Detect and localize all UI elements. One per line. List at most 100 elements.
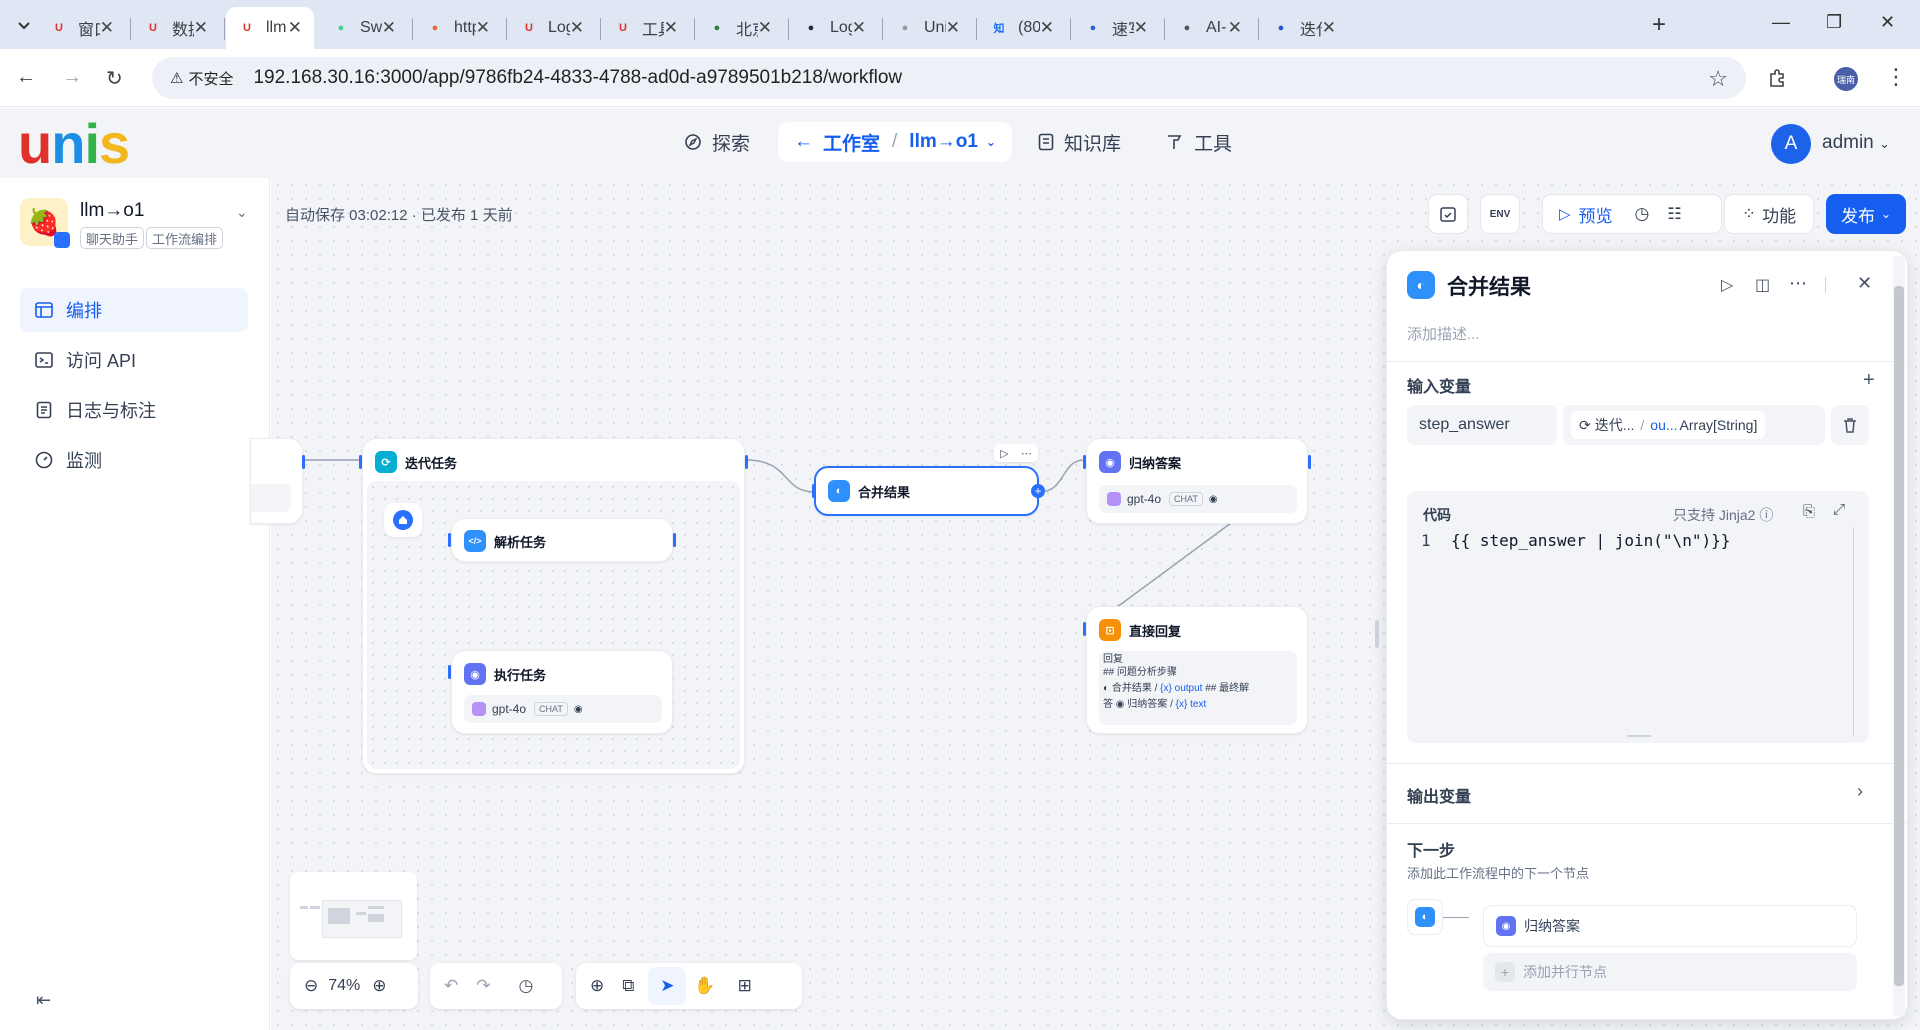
nav-tools[interactable]: 工具 [1166, 122, 1232, 162]
organize-blocks-icon[interactable]: ⊞ [738, 976, 752, 996]
publish-button[interactable]: 发布 ⌄ [1826, 194, 1906, 234]
node-handle[interactable] [302, 455, 305, 469]
close-window-button[interactable]: ✕ [1880, 12, 1895, 33]
split-view-icon[interactable]: ◫ [1755, 275, 1770, 295]
panel-resize-handle[interactable] [1375, 620, 1379, 648]
extensions-icon[interactable] [1768, 68, 1788, 88]
scrollbar-thumb[interactable] [1894, 286, 1904, 986]
node-start-partial[interactable] [250, 438, 303, 524]
node-answer[interactable]: ⊡ 直接回复 回复 ## 问题分析步骤 ◐ 合并结果 / {x} output #… [1086, 606, 1308, 734]
close-tab-icon[interactable]: ✕ [1040, 18, 1054, 38]
browser-tab[interactable]: U 工具✕ [602, 7, 690, 49]
app-switch-chevron-icon[interactable]: ⌄ [236, 204, 248, 221]
browser-tab[interactable]: ● 迭代✕ [1260, 7, 1348, 49]
run-node-icon[interactable]: ▷ [1000, 447, 1008, 460]
node-execute[interactable]: ◉ 执行任务 gpt-4o CHAT ◉ [451, 650, 673, 734]
bookmark-star-icon[interactable]: ☆ [1708, 66, 1728, 92]
add-note-icon[interactable]: ⧉ [622, 976, 634, 996]
forward-button[interactable]: → [62, 66, 82, 89]
close-tab-icon[interactable]: ✕ [570, 18, 584, 38]
close-tab-icon[interactable]: ✕ [758, 18, 772, 38]
add-variable-icon[interactable]: + [1863, 369, 1875, 392]
close-tab-icon[interactable]: ✕ [1322, 18, 1336, 38]
close-tab-icon[interactable]: ✕ [664, 18, 678, 38]
node-handle[interactable] [1308, 455, 1311, 469]
node-parse[interactable]: </> 解析任务 [451, 518, 673, 562]
nav-studio[interactable]: ← 工作室 / llm→o1 ⌄ [778, 122, 1012, 162]
back-button[interactable]: ← [16, 66, 36, 89]
zoom-out-icon[interactable]: ⊖ [304, 976, 318, 996]
close-tab-icon[interactable]: ✕ [194, 18, 208, 38]
features-button[interactable]: ⁘ 功能 [1724, 194, 1814, 234]
reload-button[interactable]: ↻ [106, 66, 123, 91]
tab-list-button[interactable] [12, 14, 36, 38]
unis-logo[interactable]: unis [18, 116, 130, 172]
browser-tab[interactable]: U 窗口✕ [38, 7, 126, 49]
node-actions[interactable]: ▷ ⋯ [994, 444, 1038, 462]
sidebar-item-logs[interactable]: 日志与标注 [20, 388, 248, 432]
output-vars-label[interactable]: 输出变量 [1407, 783, 1471, 807]
omnibox[interactable]: ⚠ 不安全 192.168.30.16:3000/app/9786fb24-48… [152, 57, 1746, 99]
variable-name-input[interactable]: step_answer [1407, 405, 1557, 445]
panel-title[interactable]: 合并结果 [1447, 271, 1531, 301]
browser-menu-icon[interactable]: ⋮ [1885, 64, 1907, 90]
close-tab-icon[interactable]: ✕ [100, 18, 114, 38]
node-handle[interactable] [448, 665, 451, 679]
checklist-icon[interactable]: ☷ [1667, 204, 1681, 224]
zoom-level[interactable]: 74% [328, 977, 360, 995]
browser-tab[interactable]: Ullm ✕ [226, 7, 314, 49]
security-chip[interactable]: ⚠ 不安全 [162, 68, 241, 89]
node-handle[interactable] [745, 455, 748, 469]
browser-tab[interactable]: ● http✕ [414, 7, 502, 49]
run-node-icon[interactable]: ▷ [1721, 275, 1733, 295]
copy-icon[interactable]: ⎘ [1803, 503, 1815, 520]
version-history-icon[interactable]: ◷ [519, 976, 534, 996]
browser-tab[interactable]: ● AI- ✕ [1166, 7, 1254, 49]
sidebar-item-monitor[interactable]: 监测 [20, 438, 248, 482]
redo-icon[interactable]: ↷ [476, 976, 490, 996]
add-parallel-node-button[interactable]: + 添加并行节点 [1483, 953, 1857, 991]
more-icon[interactable]: ⋯ [1789, 273, 1807, 294]
new-tab-button[interactable]: + [1652, 11, 1666, 39]
preview-button[interactable]: 预览 [1579, 202, 1613, 227]
close-tab-icon[interactable]: ✕ [1228, 18, 1242, 38]
node-handle[interactable] [812, 484, 815, 498]
current-app-label[interactable]: llm→o1 [909, 131, 978, 153]
iteration-start-node[interactable] [384, 503, 422, 537]
add-next-node-button[interactable]: + [1031, 484, 1045, 498]
node-handle[interactable] [1083, 455, 1086, 469]
close-tab-icon[interactable]: ✕ [476, 18, 490, 38]
code-text[interactable]: {{ step_answer | join("\n")}} [1451, 531, 1730, 550]
minimize-button[interactable]: — [1772, 12, 1790, 33]
nav-explore[interactable]: 探索 [684, 122, 750, 162]
undo-icon[interactable]: ↶ [444, 976, 458, 996]
restore-button[interactable]: ❐ [1826, 12, 1842, 33]
browser-tab[interactable]: ● 北京✕ [696, 7, 784, 49]
browser-tab[interactable]: U Log✕ [508, 7, 596, 49]
zoom-in-icon[interactable]: ⊕ [372, 976, 386, 996]
browser-tab[interactable]: ● Uni ✕ [884, 7, 972, 49]
close-tab-icon[interactable]: ✕ [852, 18, 866, 38]
close-tab-icon[interactable]: ✕ [1134, 18, 1148, 38]
panel-scrollbar[interactable] [1893, 256, 1905, 1016]
checklist-button[interactable] [1428, 194, 1468, 234]
node-handle[interactable] [1083, 622, 1086, 636]
node-handle[interactable] [673, 533, 676, 547]
expand-icon[interactable]: ⤢ [1833, 501, 1845, 518]
close-icon[interactable]: ✕ [1857, 273, 1872, 294]
add-node-icon[interactable]: ⊕ [590, 976, 604, 996]
browser-tab[interactable]: U 数据✕ [132, 7, 220, 49]
sidebar-item-api[interactable]: 访问 API [20, 338, 248, 382]
next-node-item[interactable]: ◉ 归纳答案 [1483, 905, 1857, 947]
close-tab-icon[interactable]: ✕ [946, 18, 960, 38]
env-button[interactable]: ENV [1480, 194, 1520, 234]
collapse-sidebar-icon[interactable]: ⇤ [36, 990, 51, 1011]
editor-scrollbar[interactable] [1853, 527, 1854, 737]
sidebar-item-orchestrate[interactable]: 编排 [20, 288, 248, 332]
browser-tab[interactable]: ● 速写✕ [1072, 7, 1160, 49]
pointer-mode-icon[interactable]: ➤ [648, 967, 687, 1005]
user-avatar[interactable]: A [1771, 124, 1811, 164]
close-tab-icon[interactable]: ✕ [288, 18, 302, 38]
resize-handle[interactable] [1627, 735, 1651, 737]
minimap[interactable] [290, 872, 417, 960]
